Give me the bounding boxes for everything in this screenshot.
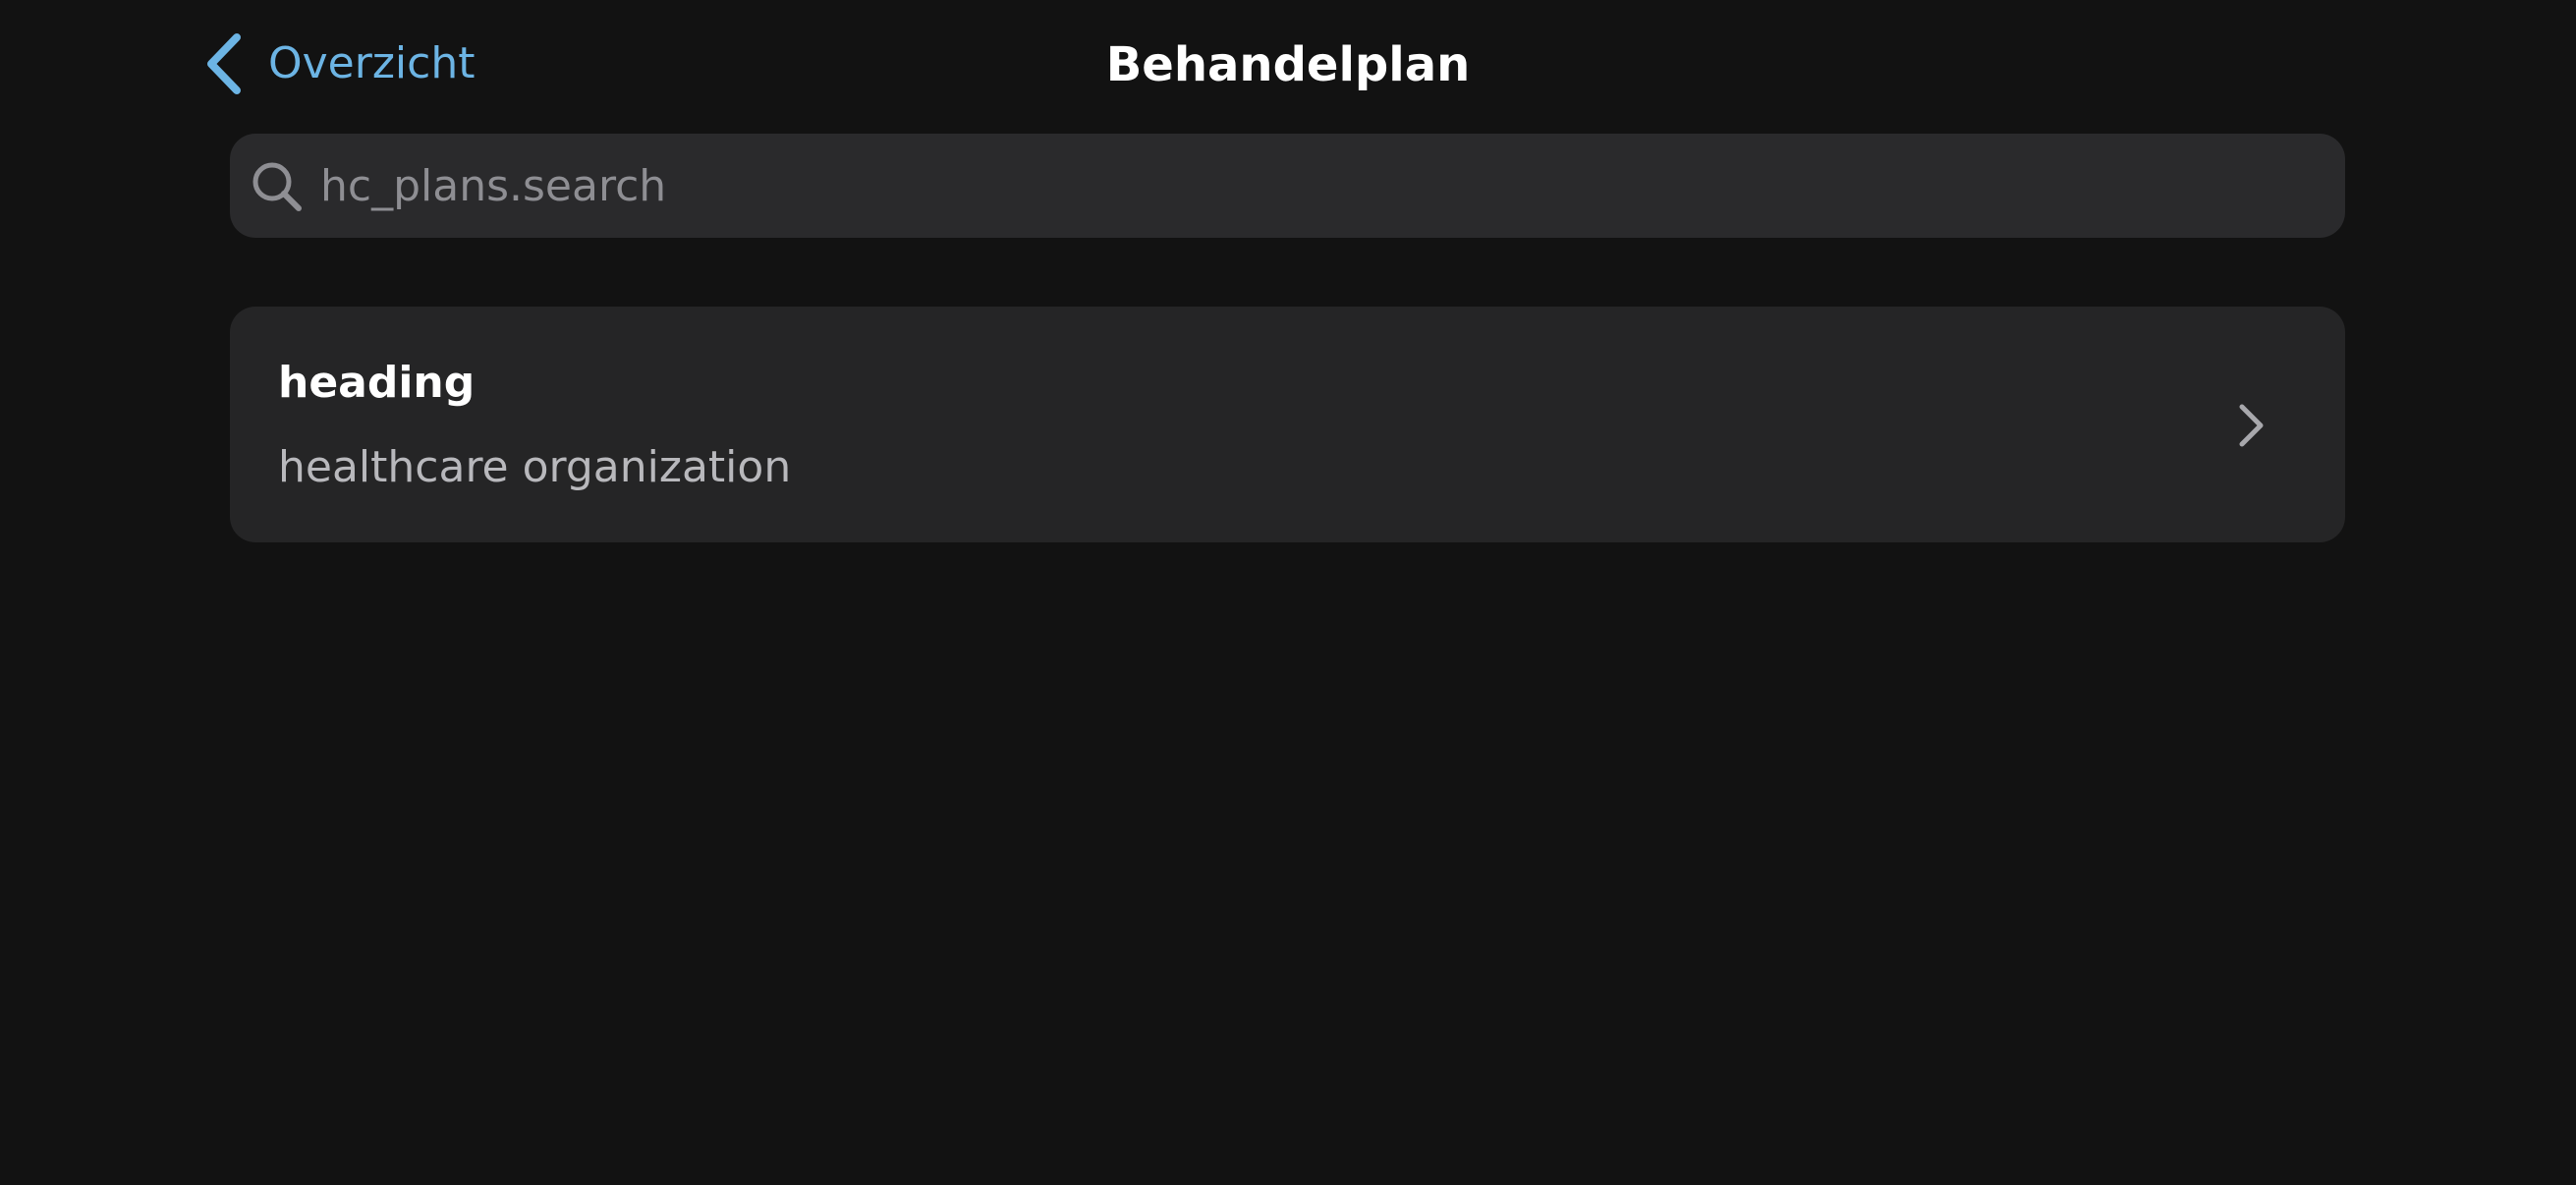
navigation-bar: Overzicht Behandelplan: [0, 0, 2576, 128]
search-input[interactable]: [320, 134, 2324, 238]
page-title: Behandelplan: [1105, 37, 1471, 92]
page: Overzicht Behandelplan heading healthcar…: [0, 0, 2576, 1185]
search-bar[interactable]: [230, 134, 2345, 238]
list-item[interactable]: heading healthcare organization: [230, 307, 2345, 542]
search-icon: [250, 159, 305, 214]
chevron-right-icon: [2234, 401, 2268, 450]
list-item-subtitle: healthcare organization: [278, 442, 792, 492]
list-item-heading: heading: [278, 358, 476, 408]
